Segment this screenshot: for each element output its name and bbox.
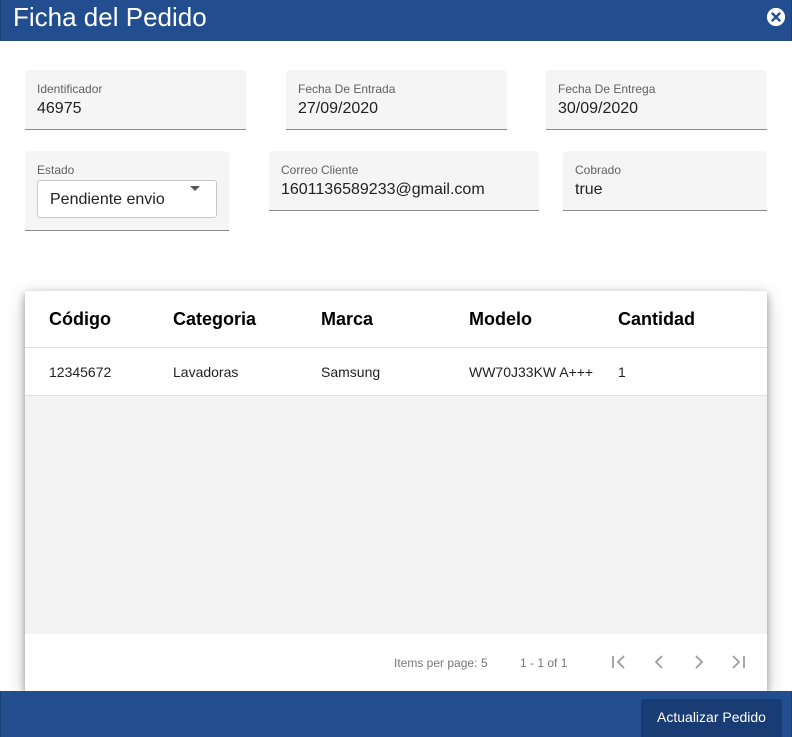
correo-cliente-value[interactable]: 1601136589233@gmail.com (281, 181, 485, 199)
page-range-label: 1 - 1 of 1 (520, 656, 568, 670)
estado-selected-value: Pendiente envio (50, 191, 165, 208)
fecha-entrega-label: Fecha De Entrega (558, 82, 656, 96)
fecha-entrega-field[interactable]: Fecha De Entrega 30/09/2020 (546, 70, 767, 130)
update-order-button[interactable]: Actualizar Pedido (641, 699, 782, 737)
column-header-modelo[interactable]: Modelo (469, 309, 532, 330)
estado-label: Estado (37, 163, 75, 177)
dialog-title: Ficha del Pedido (13, 2, 207, 32)
fecha-entrada-label: Fecha De Entrada (298, 82, 396, 96)
table-header: Código Categoria Marca Modelo Cantidad (25, 291, 767, 348)
estado-field: Estado Pendiente envio (25, 151, 229, 231)
products-table: Código Categoria Marca Modelo Cantidad 1… (25, 291, 767, 691)
column-header-marca[interactable]: Marca (321, 309, 373, 330)
table-empty-area (25, 396, 767, 634)
identificador-value[interactable]: 46975 (37, 100, 82, 118)
dialog-header: Ficha del Pedido (0, 0, 792, 41)
correo-cliente-field[interactable]: Correo Cliente 1601136589233@gmail.com (269, 151, 539, 211)
cobrado-value[interactable]: true (575, 181, 603, 199)
cobrado-label: Cobrado (575, 163, 622, 177)
dialog-footer: Actualizar Pedido (0, 691, 792, 737)
last-page-icon[interactable] (726, 650, 750, 674)
cell-marca: Samsung (321, 364, 381, 380)
cell-cantidad: 1 (618, 364, 626, 380)
column-header-cantidad[interactable]: Cantidad (618, 309, 695, 330)
paginator: Items per page: 5 1 - 1 of 1 (25, 634, 767, 691)
cobrado-field[interactable]: Cobrado true (563, 151, 767, 211)
table-row[interactable]: 12345672 Lavadoras Samsung WW70J33KW A++… (25, 348, 767, 396)
fecha-entrega-value[interactable]: 30/09/2020 (558, 100, 638, 118)
fecha-entrada-value[interactable]: 27/09/2020 (298, 100, 378, 118)
fecha-entrada-field[interactable]: Fecha De Entrada 27/09/2020 (286, 70, 507, 130)
column-header-codigo[interactable]: Código (49, 309, 111, 330)
next-page-icon[interactable] (687, 650, 711, 674)
cell-categoria: Lavadoras (173, 364, 239, 380)
items-per-page-label: Items per page: (394, 656, 478, 670)
dropdown-arrow-icon (190, 186, 200, 191)
correo-cliente-label: Correo Cliente (281, 163, 359, 177)
cell-codigo: 12345672 (49, 364, 112, 380)
identificador-field[interactable]: Identificador 46975 (25, 70, 246, 130)
close-icon[interactable] (767, 8, 785, 26)
identificador-label: Identificador (37, 82, 103, 96)
page-size-select[interactable]: 5 (481, 656, 488, 670)
previous-page-icon[interactable] (647, 650, 671, 674)
estado-select[interactable]: Pendiente envio (37, 180, 217, 218)
column-header-categoria[interactable]: Categoria (173, 309, 256, 330)
first-page-icon[interactable] (607, 650, 631, 674)
cell-modelo: WW70J33KW A+++ (469, 364, 594, 380)
